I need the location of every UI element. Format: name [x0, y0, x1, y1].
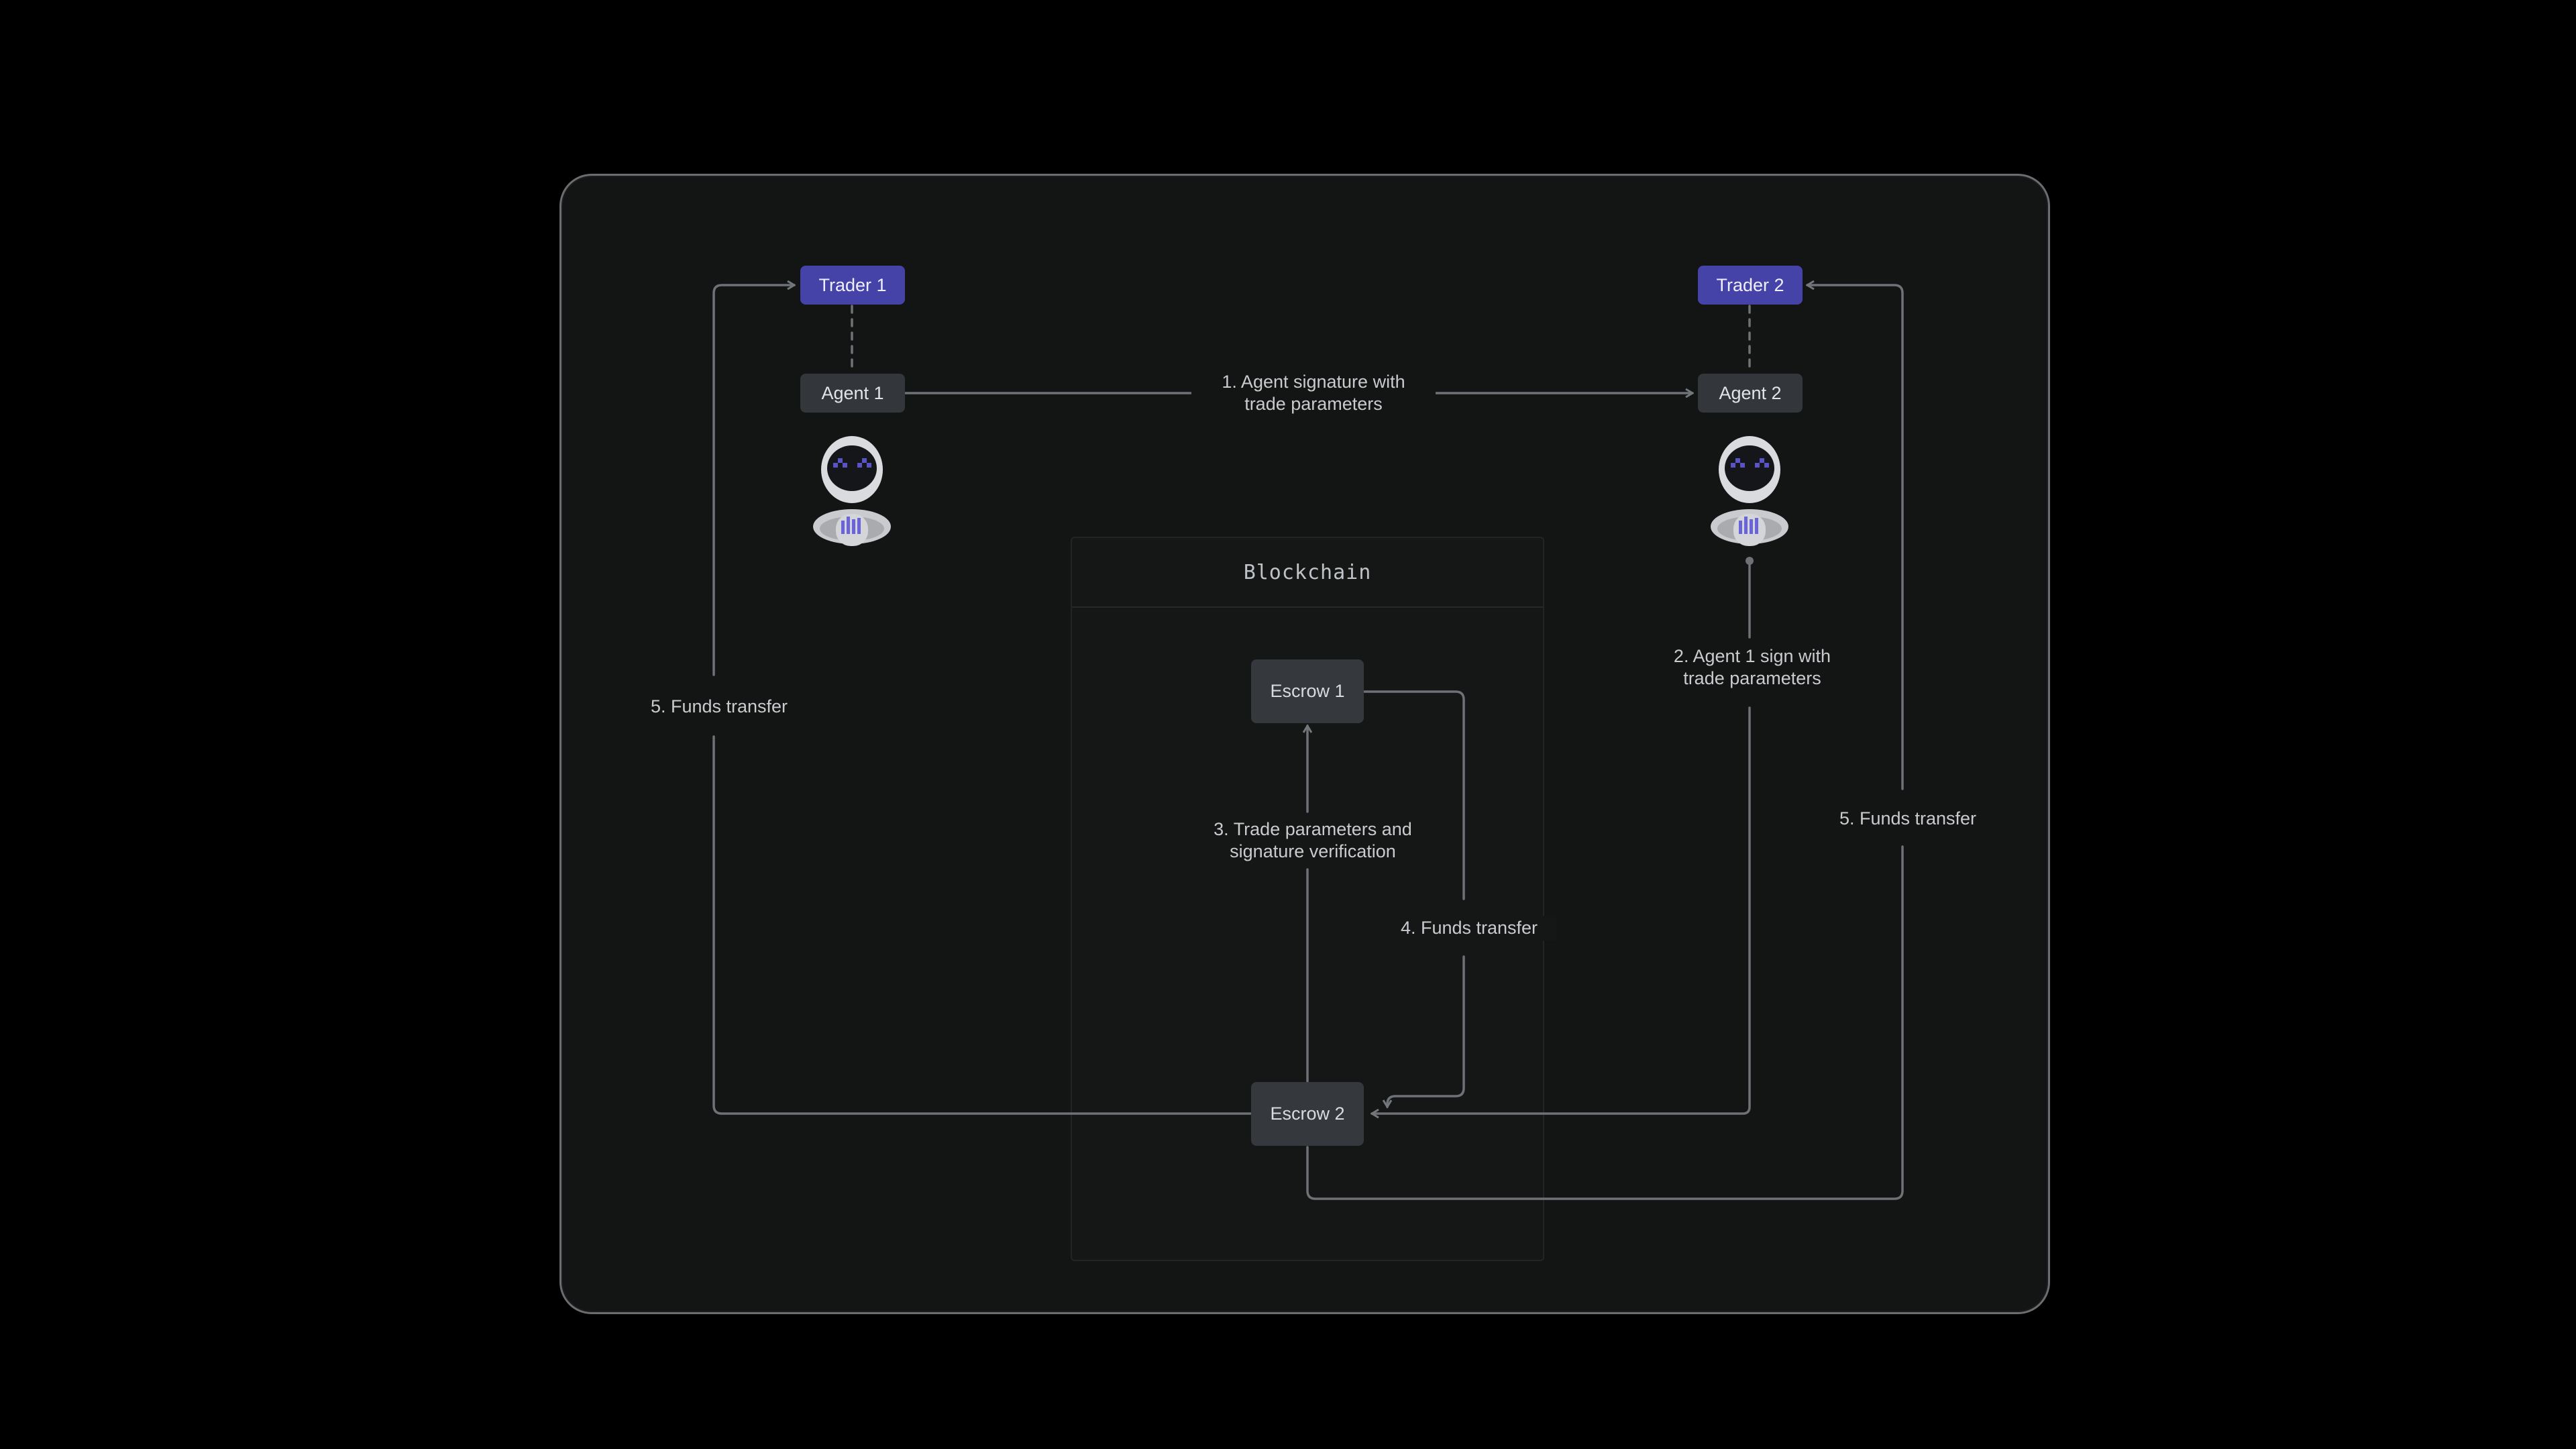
robot-icon	[1711, 436, 1788, 546]
edge-step4-b	[1387, 955, 1465, 1107]
escrow-2-node: Escrow 2	[1251, 1082, 1364, 1146]
edge-label-step5-left: 5. Funds transfer	[631, 694, 808, 719]
connector-lines	[712, 0, 1904, 1200]
trader-1-node: Trader 1	[800, 266, 905, 305]
agent-2-node: Agent 2	[1698, 374, 1803, 413]
edge-step5-left-a	[712, 735, 1252, 1115]
edge-step5-right-b	[1807, 285, 1904, 790]
edge-step5-right-a	[1306, 845, 1904, 1200]
escrow-1-node: Escrow 1	[1251, 659, 1364, 723]
edge-label-step5-right: 5. Funds transfer	[1819, 806, 1996, 831]
trader-2-node: Trader 2	[1698, 266, 1803, 305]
robot-icon	[813, 436, 891, 546]
edge-step5-left-b	[712, 285, 794, 676]
edge-step4-a	[1363, 690, 1465, 900]
edge-label-step2: 2. Agent 1 sign with trade parameters	[1646, 644, 1858, 691]
diagram-canvas: Blockchain Trader 1 Trader 2 Agent 1 Age…	[0, 0, 2576, 1449]
edge-step2-a	[1375, 706, 1751, 1115]
edge-step2-dot	[1746, 557, 1754, 565]
edge-label-step4: 4. Funds transfer	[1382, 916, 1556, 941]
agent-1-node: Agent 1	[800, 374, 905, 413]
edge-label-step1: 1. Agent signature with trade parameters	[1191, 370, 1436, 417]
edge-label-step3: 3. Trade parameters and signature verifi…	[1187, 817, 1438, 864]
